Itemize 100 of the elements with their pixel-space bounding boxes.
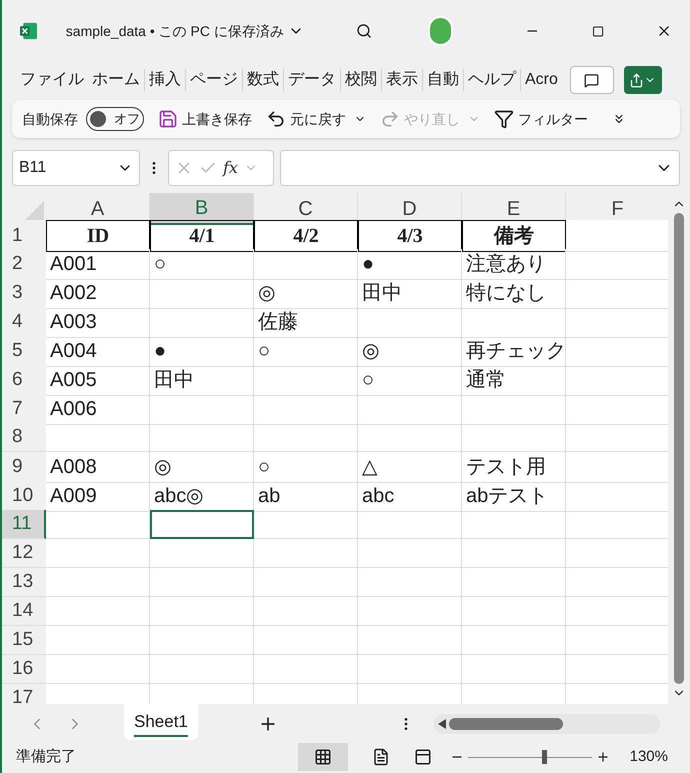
ribbon-tab[interactable]: ページ bbox=[186, 68, 242, 92]
ribbon-tab[interactable]: 表示 bbox=[382, 68, 422, 92]
autosave-toggle[interactable]: オフ bbox=[86, 107, 144, 131]
row-header[interactable]: 12 bbox=[2, 539, 46, 568]
row-header[interactable]: 4 bbox=[2, 307, 46, 338]
column-header[interactable]: E bbox=[462, 193, 566, 225]
row-header[interactable]: 6 bbox=[2, 365, 46, 396]
toolbar-button[interactable]: 上書き保存 bbox=[158, 108, 252, 130]
table-cell[interactable]: ◎ bbox=[358, 336, 462, 367]
undo-icon bbox=[266, 109, 286, 129]
row-header[interactable]: 11 bbox=[2, 510, 46, 539]
table-cell[interactable]: 特になし bbox=[462, 278, 566, 309]
spreadsheet-app-icon bbox=[20, 20, 38, 42]
table-cell[interactable]: 再チェック bbox=[462, 336, 566, 367]
table-cell[interactable]: abc bbox=[358, 481, 462, 512]
table-cell[interactable]: ○ bbox=[358, 365, 462, 396]
table-cell[interactable]: ◎ bbox=[150, 452, 254, 483]
table-cell[interactable]: 田中 bbox=[150, 365, 254, 396]
zoom-slider-thumb[interactable] bbox=[542, 750, 548, 764]
redo-icon bbox=[380, 109, 400, 129]
row-header[interactable]: 2 bbox=[2, 249, 46, 280]
table-cell[interactable]: ● bbox=[150, 336, 254, 367]
table-cell[interactable]: ● bbox=[358, 249, 462, 280]
column-header[interactable]: D bbox=[358, 193, 462, 225]
page-break-icon[interactable] bbox=[414, 748, 432, 766]
avatar-icon[interactable] bbox=[428, 16, 454, 46]
table-cell[interactable]: 備考 bbox=[462, 220, 566, 252]
maximize-icon[interactable] bbox=[592, 24, 604, 38]
zoom-percentage[interactable]: 130% bbox=[630, 746, 668, 768]
zoom-in-icon[interactable] bbox=[596, 750, 610, 764]
comments-button[interactable] bbox=[570, 66, 614, 94]
table-cell[interactable]: ab bbox=[254, 481, 358, 512]
sheet-tab[interactable]: Sheet1 bbox=[124, 704, 198, 740]
filter-icon bbox=[494, 109, 514, 129]
table-cell[interactable]: A003 bbox=[46, 307, 150, 338]
row-header[interactable]: 9 bbox=[2, 452, 46, 483]
table-cell[interactable]: A004 bbox=[46, 336, 150, 367]
ribbon-tab[interactable]: ファイル bbox=[16, 68, 88, 92]
table-cell[interactable]: A001 bbox=[46, 249, 150, 280]
autosave-label: 自動保存 bbox=[22, 110, 78, 128]
vertical-scrollbar-thumb[interactable] bbox=[674, 213, 684, 684]
table-cell[interactable]: ○ bbox=[254, 452, 358, 483]
row-header[interactable]: 3 bbox=[2, 278, 46, 309]
toolbar-button[interactable]: フィルター bbox=[494, 108, 588, 130]
row-header[interactable]: 15 bbox=[2, 626, 46, 655]
ribbon-tab[interactable]: 数式 bbox=[243, 68, 283, 92]
table-cell[interactable]: 4/1 bbox=[150, 220, 254, 252]
scrollbar-thumb[interactable] bbox=[448, 718, 563, 730]
name-box[interactable]: B11 bbox=[12, 150, 140, 186]
table-cell[interactable]: ○ bbox=[254, 336, 358, 367]
column-header[interactable]: C bbox=[254, 193, 358, 225]
normal-view-button[interactable] bbox=[298, 743, 348, 771]
row-header[interactable]: 8 bbox=[2, 423, 46, 452]
column-header[interactable]: B bbox=[150, 193, 254, 225]
formula-input[interactable] bbox=[280, 150, 680, 186]
table-cell[interactable]: A002 bbox=[46, 278, 150, 309]
scroll-left-icon[interactable] bbox=[438, 718, 446, 728]
row-header[interactable]: 5 bbox=[2, 336, 46, 367]
table-cell[interactable]: abテスト bbox=[462, 481, 566, 512]
table-cell[interactable]: A009 bbox=[46, 481, 150, 512]
table-cell[interactable]: テスト用 bbox=[462, 452, 566, 483]
insert-function-button[interactable]: fx bbox=[223, 156, 238, 180]
row-header[interactable]: 13 bbox=[2, 568, 46, 597]
table-cell[interactable] bbox=[150, 510, 254, 539]
zoom-slider[interactable] bbox=[468, 749, 592, 765]
toolbar-button[interactable]: 元に戻す bbox=[266, 108, 366, 130]
table-cell[interactable]: ID bbox=[46, 220, 150, 252]
table-cell[interactable]: ○ bbox=[150, 249, 254, 280]
table-cell[interactable]: 4/2 bbox=[254, 220, 358, 252]
table-cell[interactable]: 4/3 bbox=[358, 220, 462, 252]
ribbon-tab[interactable]: 自動 bbox=[423, 68, 463, 92]
ribbon-tab[interactable]: ホーム bbox=[88, 68, 144, 92]
table-cell[interactable]: 田中 bbox=[358, 278, 462, 309]
ribbon-tab[interactable]: 挿入 bbox=[145, 68, 185, 92]
row-header[interactable]: 7 bbox=[2, 394, 46, 425]
table-cell[interactable]: A006 bbox=[46, 394, 150, 425]
save-icon bbox=[158, 109, 178, 129]
row-header[interactable]: 14 bbox=[2, 597, 46, 626]
table-cell[interactable]: 佐藤 bbox=[254, 307, 358, 338]
ribbon-tab[interactable]: Acro bbox=[521, 68, 562, 92]
row-header[interactable]: 17 bbox=[2, 684, 46, 704]
horizontal-scrollbar[interactable] bbox=[434, 714, 660, 734]
table-cell[interactable]: 注意あり bbox=[462, 249, 566, 280]
row-header[interactable]: 10 bbox=[2, 481, 46, 512]
table-cell[interactable]: A008 bbox=[46, 452, 150, 483]
row-header[interactable]: 16 bbox=[2, 655, 46, 684]
ribbon-tab[interactable]: ヘルプ bbox=[464, 68, 520, 92]
document-title[interactable]: sample_data • この PC に保存済み bbox=[66, 20, 304, 42]
table-cell[interactable]: 通常 bbox=[462, 365, 566, 396]
table-cell[interactable]: △ bbox=[358, 452, 462, 483]
ribbon-tab[interactable]: 校閲 bbox=[341, 68, 381, 92]
table-cell[interactable]: ◎ bbox=[254, 278, 358, 309]
share-button[interactable] bbox=[624, 66, 662, 94]
table-cell[interactable]: A005 bbox=[46, 365, 150, 396]
grid-icon bbox=[314, 748, 332, 766]
comment-icon bbox=[584, 72, 600, 88]
page-layout-icon[interactable] bbox=[372, 748, 390, 766]
row-header[interactable]: 1 bbox=[2, 220, 46, 252]
table-cell[interactable]: abc◎ bbox=[150, 481, 254, 512]
ribbon-tab[interactable]: データ bbox=[284, 68, 340, 92]
